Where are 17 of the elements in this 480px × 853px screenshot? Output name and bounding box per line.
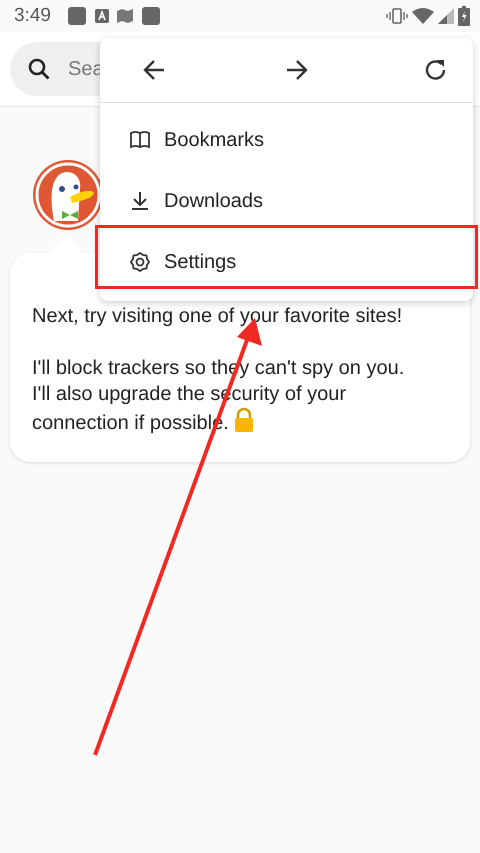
settings-icon [130, 252, 150, 272]
message-text: Next, try visiting one of your favorite sites! [32, 304, 404, 329]
menu-item[interactable]: Settings [100, 231, 473, 292]
notification-icon [140, 6, 161, 26]
vibrate-icon [386, 8, 408, 24]
battery-icon [458, 6, 470, 26]
download-icon [130, 190, 150, 210]
signal-icon [438, 8, 454, 24]
map-icon [116, 9, 133, 23]
book-icon [130, 130, 150, 150]
wifi-icon [412, 8, 434, 24]
menu-item[interactable]: Downloads [100, 170, 473, 231]
status-time: 3:49 [14, 4, 51, 28]
lock-icon [234, 407, 254, 433]
menu-item[interactable]: Bookmarks [100, 109, 473, 170]
notification-icon [66, 6, 87, 26]
notification-icon [94, 9, 109, 23]
